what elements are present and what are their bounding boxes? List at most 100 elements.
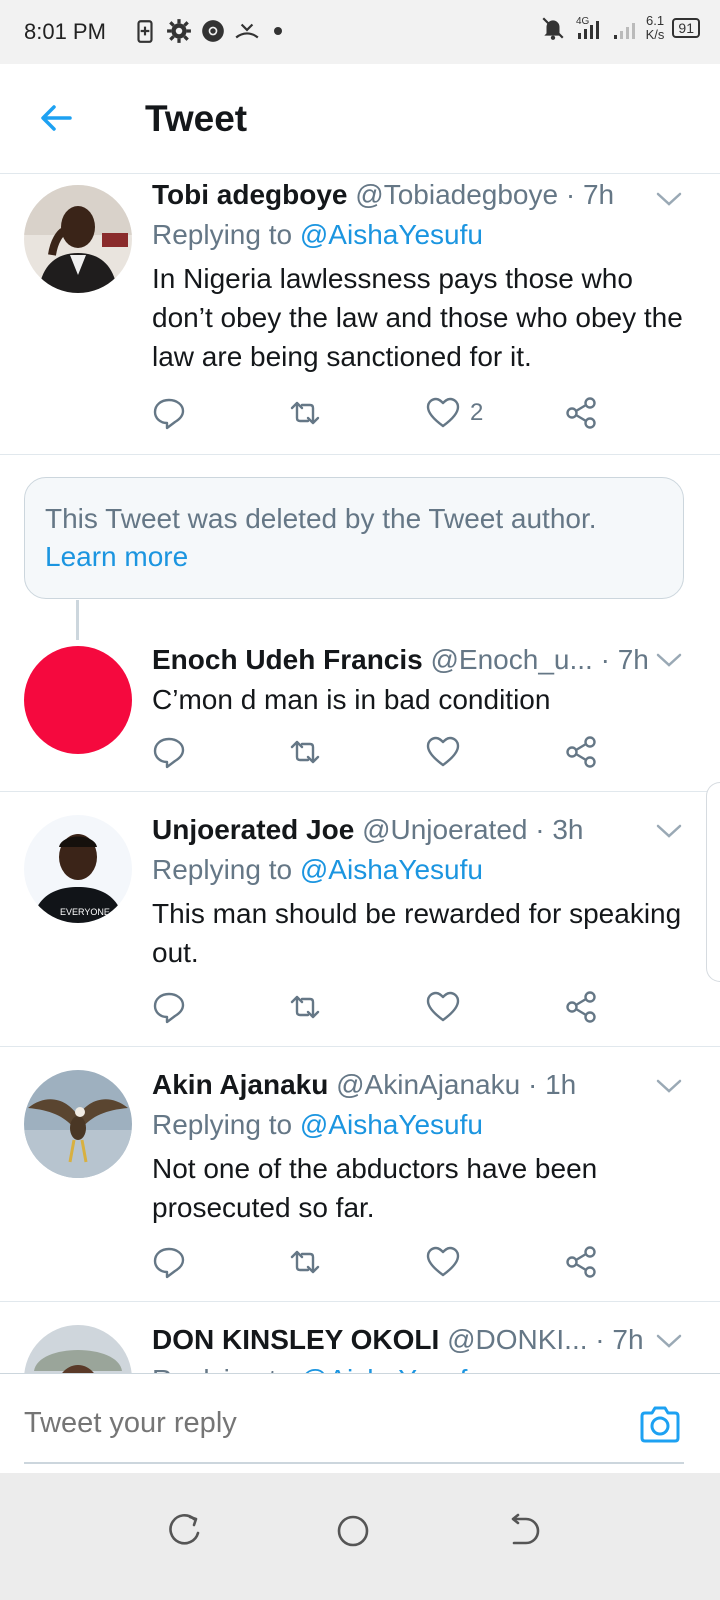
author-name[interactable]: Enoch Udeh Francis xyxy=(152,644,423,675)
avatar[interactable]: EVERYONE xyxy=(24,815,132,923)
page-title: Tweet xyxy=(145,98,248,139)
share-icon xyxy=(566,397,596,429)
system-nav-bar xyxy=(0,1473,720,1600)
retweet-button[interactable] xyxy=(288,987,322,1027)
reply-input[interactable] xyxy=(24,1398,604,1448)
tweet-text: This man should be rewarded for speaking… xyxy=(152,898,682,968)
tweet-item[interactable]: Enoch Udeh Francis @Enoch_u... · 7h C’mo… xyxy=(0,640,720,792)
share-button[interactable] xyxy=(564,1242,598,1282)
retweet-button[interactable] xyxy=(288,732,322,772)
author-name[interactable]: Unjoerated Joe xyxy=(152,814,354,845)
mention-link[interactable]: @AishaYesufu xyxy=(300,854,483,885)
chevron-down-icon[interactable] xyxy=(654,1076,684,1096)
reply-button[interactable] xyxy=(152,393,186,433)
retweet-icon xyxy=(290,995,320,1019)
like-button[interactable] xyxy=(426,732,460,772)
author-name[interactable]: Tobi adegboye xyxy=(152,179,348,210)
avatar[interactable] xyxy=(24,185,132,293)
tweet-actions: 2 xyxy=(152,393,622,433)
tweet-body: Unjoerated Joe @Unjoerated · 3h Replying… xyxy=(152,810,696,972)
reply-button[interactable] xyxy=(152,732,186,772)
share-icon xyxy=(566,736,596,768)
chevron-down-icon[interactable] xyxy=(654,821,684,841)
home-icon[interactable] xyxy=(333,1511,373,1551)
svg-text:4G: 4G xyxy=(576,16,590,27)
reply-button[interactable] xyxy=(152,987,186,1027)
like-count: 2 xyxy=(470,399,484,426)
tweet-text: In Nigeria lawlessness pays those who do… xyxy=(152,263,683,372)
author-handle[interactable]: @Unjoerated xyxy=(362,814,527,845)
arrow-left-icon[interactable] xyxy=(36,98,76,138)
back-nav-icon[interactable] xyxy=(504,1511,544,1551)
tweet-time: · 7h xyxy=(595,1324,644,1355)
retweet-button[interactable] xyxy=(288,393,322,433)
chevron-down-icon[interactable] xyxy=(654,1331,684,1351)
avatar[interactable] xyxy=(24,1070,132,1178)
reply-button[interactable] xyxy=(152,1242,186,1282)
signal-4g-icon: 4G xyxy=(576,16,599,39)
like-button[interactable]: 2 xyxy=(426,393,483,433)
camera-icon[interactable] xyxy=(638,1404,682,1444)
deleted-notice-text: This Tweet was deleted by the Tweet auth… xyxy=(45,503,597,534)
reply-icon xyxy=(153,398,185,430)
like-button[interactable] xyxy=(426,987,460,1027)
share-button[interactable] xyxy=(564,732,598,772)
author-name[interactable]: Akin Ajanaku xyxy=(152,1069,328,1100)
mention-link[interactable]: @AishaYesufu xyxy=(300,219,483,250)
tweet-time: · 7h xyxy=(600,644,649,675)
chrome-icon xyxy=(202,20,224,42)
deleted-tweet-notice: This Tweet was deleted by the Tweet auth… xyxy=(24,477,684,599)
replying-to: Replying to @AishaYesufu xyxy=(152,219,483,250)
tweet-actions xyxy=(152,732,622,772)
reply-composer xyxy=(0,1373,720,1473)
chevron-down-icon[interactable] xyxy=(654,189,684,209)
author-handle[interactable]: @DONKI... xyxy=(447,1324,587,1355)
tweet-time: · 1h xyxy=(527,1069,577,1100)
reply-icon xyxy=(153,737,185,769)
notification-dot-icon xyxy=(274,27,282,35)
thread-connector xyxy=(76,600,79,640)
avatar-photo-icon xyxy=(24,1070,132,1178)
replying-to: Replying to @AishaYesufu xyxy=(152,854,483,885)
recent-apps-icon[interactable] xyxy=(164,1511,204,1551)
battery-saver-icon xyxy=(137,20,153,43)
retweet-icon xyxy=(290,740,320,764)
share-icon xyxy=(566,991,596,1023)
signal-weak-icon xyxy=(613,23,635,39)
avatar[interactable] xyxy=(24,646,132,754)
tweet-time: · 7h xyxy=(565,179,615,210)
tweet-feed[interactable]: Tobi adegboye @Tobiadegboye · 7h Replyin… xyxy=(0,175,720,1403)
author-handle[interactable]: @Tobiadegboye xyxy=(355,179,558,210)
tweet-item[interactable]: EVERYONE Unjoerated Joe @Unjoerated · 3h… xyxy=(0,793,720,1047)
tweet-item[interactable]: Akin Ajanaku @AkinAjanaku · 1h Replying … xyxy=(0,1048,720,1302)
tweet-header: Akin Ajanaku @AkinAjanaku · 1h xyxy=(152,1065,696,1105)
chevron-down-icon[interactable] xyxy=(654,650,684,670)
author-handle[interactable]: @AkinAjanaku xyxy=(336,1069,520,1100)
author-handle[interactable]: @Enoch_u... xyxy=(431,644,593,675)
retweet-button[interactable] xyxy=(288,1242,322,1282)
status-bar: 8:01 PM 4G 6.1 K/s 91 xyxy=(0,0,720,64)
heart-icon xyxy=(426,397,460,428)
like-button[interactable] xyxy=(426,1242,460,1282)
scroll-handle[interactable] xyxy=(706,782,720,982)
status-time: 8:01 PM xyxy=(24,19,106,44)
share-button[interactable] xyxy=(564,393,598,433)
mention-link[interactable]: @AishaYesufu xyxy=(300,1109,483,1140)
tweet-actions xyxy=(152,987,622,1027)
bell-muted-icon xyxy=(542,17,564,40)
battery-level: 91 xyxy=(672,18,700,38)
app-header: Tweet xyxy=(0,64,720,174)
heart-icon xyxy=(426,736,460,767)
share-icon xyxy=(566,1246,596,1278)
avatar-photo-icon xyxy=(24,185,132,293)
tweet-text: Not one of the abductors have been prose… xyxy=(152,1153,598,1223)
tweet-body: Akin Ajanaku @AkinAjanaku · 1h Replying … xyxy=(152,1065,696,1227)
tweet-time: · 3h xyxy=(535,814,584,845)
tweet-header: DON KINSLEY OKOLI @DONKI... · 7h xyxy=(152,1320,696,1360)
share-button[interactable] xyxy=(564,987,598,1027)
tweet-item[interactable]: Tobi adegboye @Tobiadegboye · 7h Replyin… xyxy=(0,175,720,455)
author-name[interactable]: DON KINSLEY OKOLI xyxy=(152,1324,439,1355)
missed-call-icon xyxy=(235,23,259,39)
learn-more-link[interactable]: Learn more xyxy=(45,541,188,572)
gear-icon xyxy=(167,19,191,43)
